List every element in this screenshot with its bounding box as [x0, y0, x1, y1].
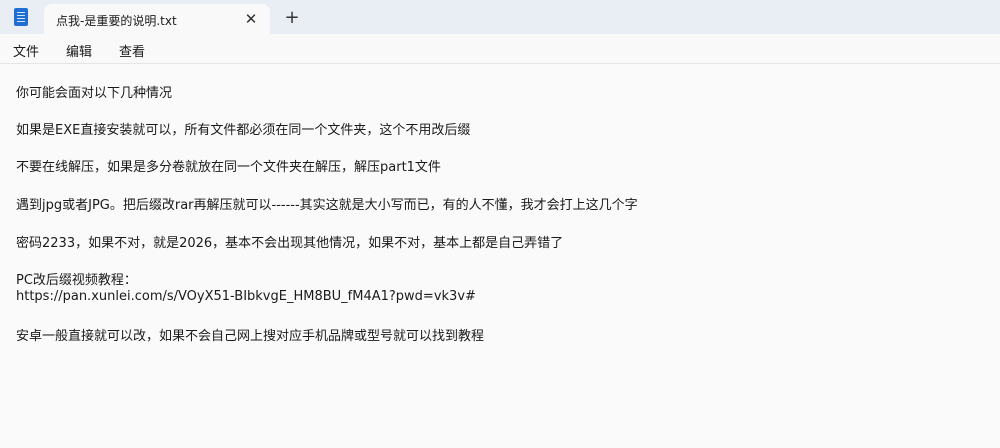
close-icon[interactable]: ✕	[242, 10, 260, 28]
text-line: 如果是EXE直接安装就可以，所有文件都必须在同一个文件夹，这个不用改后缀	[16, 123, 471, 138]
menu-view[interactable]: 查看	[119, 41, 145, 60]
tab-title: 点我-是重要的说明.txt	[56, 14, 177, 28]
text-line-url: https://pan.xunlei.com/s/VOyX51-BIbkvgE_…	[16, 289, 476, 304]
title-bar: 点我-是重要的说明.txt ✕ +	[0, 0, 1000, 34]
text-line: 你可能会面对以下几种情况	[16, 86, 173, 101]
menu-edit[interactable]: 编辑	[66, 41, 92, 60]
text-line: 遇到jpg或者JPG。把后缀改rar再解压就可以------其实这就是大小写而已…	[16, 198, 638, 213]
text-line: PC改后缀视频教程：	[16, 273, 137, 288]
text-line: 密码2233，如果不对，就是2026，基本不会出现其他情况，如果不对，基本上都是…	[16, 236, 564, 251]
tab-document[interactable]: 点我-是重要的说明.txt ✕	[44, 4, 270, 34]
menu-file[interactable]: 文件	[13, 41, 39, 60]
notepad-icon	[14, 8, 28, 26]
menu-bar: 文件 编辑 查看	[0, 34, 1000, 64]
text-line: 安卓一般直接就可以改，如果不会自己网上搜对应手机品牌或型号就可以找到教程	[16, 329, 485, 344]
plus-icon[interactable]: +	[282, 8, 302, 28]
text-editor[interactable]: 你可能会面对以下几种情况 如果是EXE直接安装就可以，所有文件都必须在同一个文件…	[0, 64, 1000, 448]
text-line: 不要在线解压，如果是多分卷就放在同一个文件夹在解压，解压part1文件	[16, 160, 441, 175]
